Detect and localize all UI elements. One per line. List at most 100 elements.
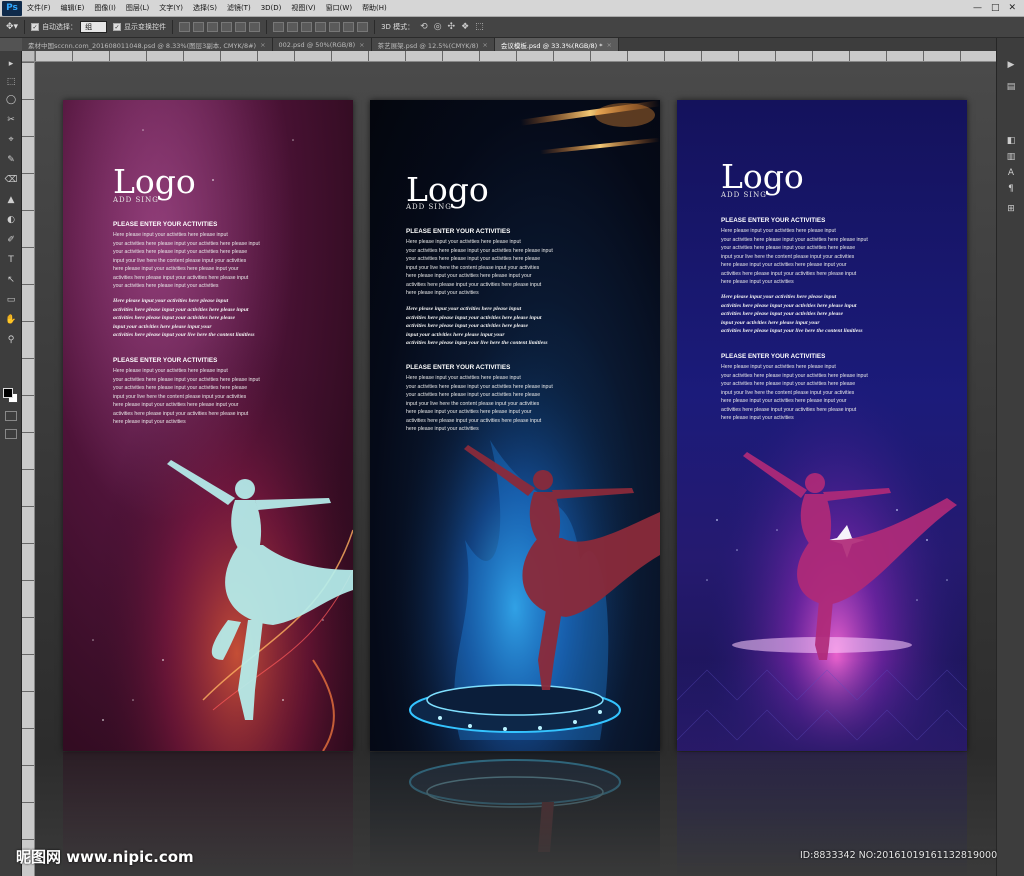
distribute-vcenter-button[interactable] bbox=[287, 22, 299, 32]
foreground-color-swatch[interactable] bbox=[3, 388, 13, 398]
close-icon[interactable]: × bbox=[482, 41, 487, 49]
quick-mask-icon[interactable] bbox=[5, 411, 17, 421]
shape-tool-icon[interactable]: ▭ bbox=[3, 293, 19, 306]
eyedropper-tool-icon[interactable]: ⌖ bbox=[3, 133, 19, 146]
text-line: your activities here please input your a… bbox=[406, 256, 541, 262]
text-line: your activities here please input your a… bbox=[406, 392, 541, 398]
text-line: activities here please input your activi… bbox=[113, 315, 235, 321]
crop-tool-icon[interactable]: ✂ bbox=[3, 113, 19, 126]
text-line: here please input your activities here p… bbox=[113, 266, 239, 272]
distribute-top-button[interactable] bbox=[273, 22, 285, 32]
tab-document-2[interactable]: 002.psd @ 50%(RGB/8) × bbox=[272, 38, 372, 51]
banner-red[interactable]: Logo ADD SING PLEASE ENTER YOUR ACTIVITI… bbox=[63, 100, 353, 751]
layers-icon[interactable]: ◧ bbox=[1003, 134, 1019, 148]
text-line: your activities here please input your a… bbox=[113, 385, 248, 391]
text-line: here please input your activities here p… bbox=[721, 262, 847, 268]
distribute-bottom-button[interactable] bbox=[301, 22, 313, 32]
path-select-tool-icon[interactable]: ↖ bbox=[3, 273, 19, 286]
menu-select[interactable]: 选择(S) bbox=[188, 3, 222, 13]
tab-document-3[interactable]: 茶艺展架.psd @ 12.5%(CMYK/8) × bbox=[371, 38, 495, 51]
align-right-button[interactable] bbox=[249, 22, 261, 32]
text-line: Here please input your activities here p… bbox=[406, 239, 521, 245]
rotate-3d-icon[interactable]: ⟲ bbox=[420, 22, 428, 32]
pen-tool-icon[interactable]: ✐ bbox=[3, 233, 19, 246]
text-line: input your activities here please input … bbox=[721, 319, 820, 326]
fill-tool-icon[interactable]: ▲ bbox=[3, 193, 19, 206]
document-canvas[interactable]: Logo ADD SING PLEASE ENTER YOUR ACTIVITI… bbox=[35, 62, 996, 876]
align-vcenter-button[interactable] bbox=[193, 22, 205, 32]
align-left-button[interactable] bbox=[221, 22, 233, 32]
hand-tool-icon[interactable]: ✋ bbox=[3, 313, 19, 326]
eraser-tool-icon[interactable]: ⌫ bbox=[3, 173, 19, 186]
menu-filter[interactable]: 滤镜(T) bbox=[222, 3, 256, 13]
scale-3d-icon[interactable]: ⬚ bbox=[475, 22, 484, 32]
move-tool-icon[interactable]: ✥▾ bbox=[6, 22, 18, 32]
auto-select-checkbox[interactable]: ✓ bbox=[31, 23, 40, 31]
distribute-right-button[interactable] bbox=[343, 22, 355, 32]
close-icon[interactable]: × bbox=[607, 41, 612, 49]
text-line: input your live here the content please … bbox=[721, 253, 855, 260]
restore-button[interactable]: □ bbox=[991, 3, 1000, 13]
align-top-button[interactable] bbox=[179, 22, 191, 32]
zoom-tool-icon[interactable]: ⚲ bbox=[3, 333, 19, 346]
text-line: Here please input your activities here p… bbox=[721, 364, 836, 370]
close-button[interactable]: ✕ bbox=[1008, 3, 1016, 13]
history-icon[interactable]: ▤ bbox=[1003, 80, 1019, 94]
brush-tool-icon[interactable]: ✎ bbox=[3, 153, 19, 166]
horizontal-ruler[interactable] bbox=[35, 51, 996, 62]
close-icon[interactable]: × bbox=[359, 41, 364, 49]
banner-heading-2: PLEASE ENTER YOUR ACTIVITIES bbox=[721, 353, 826, 360]
banner-dark-reflection bbox=[370, 752, 660, 876]
banner-dark[interactable]: Logo ADD SING PLEASE ENTER YOUR ACTIVITI… bbox=[370, 100, 660, 751]
paragraph-icon[interactable]: ¶ bbox=[1003, 182, 1019, 196]
roll-3d-icon[interactable]: ◎ bbox=[434, 22, 442, 32]
pan-3d-icon[interactable]: ✣ bbox=[448, 22, 456, 32]
tab-document-4[interactable]: 会议模板.psd @ 33.3%(RGB/8) * × bbox=[494, 38, 619, 51]
lasso-tool-icon[interactable]: ◯ bbox=[3, 93, 19, 106]
menu-window[interactable]: 窗口(W) bbox=[321, 3, 357, 13]
text-line: here please input your activities here p… bbox=[406, 409, 532, 415]
tab-document-1[interactable]: 素材中国sccnn.com_20160801104​8.psd @ 8.33%(… bbox=[22, 38, 273, 51]
text-line: your activities here please input your a… bbox=[721, 381, 856, 387]
align-bottom-button[interactable] bbox=[207, 22, 219, 32]
menu-file[interactable]: 文件(F) bbox=[22, 3, 56, 13]
tools-panel: ▸ ⬚ ◯ ✂ ⌖ ✎ ⌫ ▲ ◐ ✐ T ↖ ▭ ✋ ⚲ bbox=[0, 51, 22, 876]
ruler-corner[interactable] bbox=[22, 51, 35, 62]
menu-layer[interactable]: 图层(L) bbox=[121, 3, 154, 13]
vertical-ruler[interactable] bbox=[22, 62, 35, 876]
play-icon[interactable]: ▶ bbox=[1003, 58, 1019, 72]
screen-mode-icon[interactable] bbox=[5, 429, 17, 439]
auto-select-dropdown[interactable]: 组 bbox=[80, 21, 108, 33]
dodge-tool-icon[interactable]: ◐ bbox=[3, 213, 19, 226]
channels-icon[interactable]: ▥ bbox=[1003, 150, 1019, 164]
distribute-hcenter-button[interactable] bbox=[329, 22, 341, 32]
text-line: your activities here please input your a… bbox=[721, 372, 868, 379]
slide-3d-icon[interactable]: ❖ bbox=[461, 22, 469, 32]
character-icon[interactable]: A bbox=[1003, 166, 1019, 180]
menu-3d[interactable]: 3D(D) bbox=[256, 4, 287, 12]
properties-icon[interactable]: ⊞ bbox=[1003, 202, 1019, 216]
auto-align-button[interactable] bbox=[357, 22, 369, 32]
align-hcenter-button[interactable] bbox=[235, 22, 247, 32]
distribute-left-button[interactable] bbox=[315, 22, 327, 32]
options-divider bbox=[172, 20, 174, 34]
text-line: activities here please input your activi… bbox=[113, 274, 249, 281]
menu-type[interactable]: 文字(Y) bbox=[154, 3, 188, 13]
minimize-button[interactable]: — bbox=[973, 3, 982, 13]
menu-image[interactable]: 图像(I) bbox=[89, 3, 121, 13]
menu-view[interactable]: 视图(V) bbox=[286, 3, 320, 13]
text-line: Here please input your activities here p… bbox=[113, 298, 229, 304]
banner-italic-block: Here please input your activities here p… bbox=[406, 305, 548, 348]
menu-edit[interactable]: 编辑(E) bbox=[56, 3, 90, 13]
marquee-tool-icon[interactable]: ⬚ bbox=[3, 75, 19, 88]
move-tool-icon[interactable]: ▸ bbox=[3, 57, 19, 70]
show-transform-checkbox[interactable]: ✓ bbox=[113, 23, 122, 31]
text-line: activities here please input your activi… bbox=[406, 323, 528, 329]
menu-help[interactable]: 帮助(H) bbox=[357, 3, 392, 13]
close-icon[interactable]: × bbox=[260, 41, 265, 49]
banner-blue[interactable]: Logo ADD SING PLEASE ENTER YOUR ACTIVITI… bbox=[677, 100, 967, 751]
text-line: Here please input your activities here p… bbox=[721, 228, 836, 234]
options-bar: ✥▾ ✓ 自动选择： 组 ✓ 显示变换控件 3D 模式： ⟲ ◎ ✣ ❖ ⬚ bbox=[0, 17, 1024, 38]
watermark-id: ID:8833342 NO:20161019161132819000 bbox=[800, 850, 998, 861]
type-tool-icon[interactable]: T bbox=[3, 253, 19, 266]
